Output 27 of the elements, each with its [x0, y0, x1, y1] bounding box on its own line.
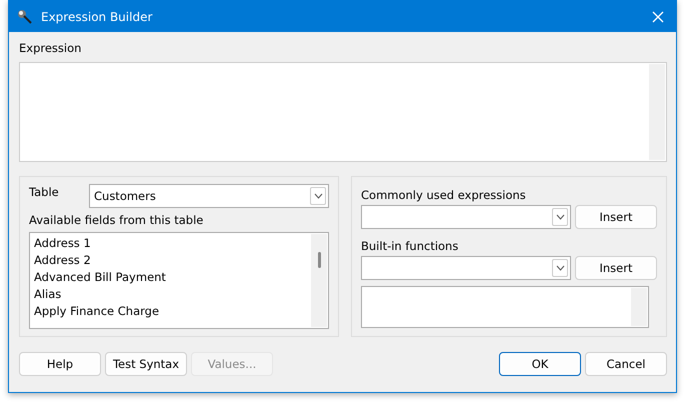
field-label: Built-in functions [361, 238, 458, 254]
dialog-button[interactable]: OK [499, 352, 581, 376]
field-label: Expression [19, 40, 82, 56]
window-title: Expression Builder [41, 10, 152, 24]
chevron-icon[interactable] [552, 208, 568, 226]
field-label: Table [29, 184, 60, 200]
dropdown-field[interactable] [361, 256, 571, 280]
field-label: Commonly used expressions [361, 187, 526, 203]
list-item[interactable]: Address 2 [34, 252, 91, 269]
table-dropdown[interactable]: Customers [89, 184, 329, 208]
chevron-icon[interactable] [310, 187, 326, 205]
list-item[interactable]: Alias [34, 286, 62, 303]
dialog-button[interactable]: Cancel [585, 352, 667, 376]
close-icon[interactable] [652, 10, 664, 22]
expression-field[interactable] [19, 62, 667, 162]
list-item[interactable]: Advanced Bill Payment [34, 269, 166, 286]
chevron-icon[interactable] [552, 259, 568, 277]
dialog-button[interactable]: Test Syntax [105, 352, 187, 376]
scrollbar-thumb[interactable] [318, 252, 320, 268]
scrollbar-track [631, 288, 647, 326]
dropdown-field[interactable] [361, 205, 571, 229]
field-label: Available fields from this table [29, 212, 204, 228]
list-item[interactable]: Apply Finance Charge [34, 303, 160, 320]
list-item[interactable]: Address 1 [34, 235, 91, 252]
insert-button[interactable]: Insert [575, 205, 657, 229]
insert-button[interactable]: Insert [575, 256, 657, 280]
dialog-button[interactable]: Help [19, 352, 101, 376]
